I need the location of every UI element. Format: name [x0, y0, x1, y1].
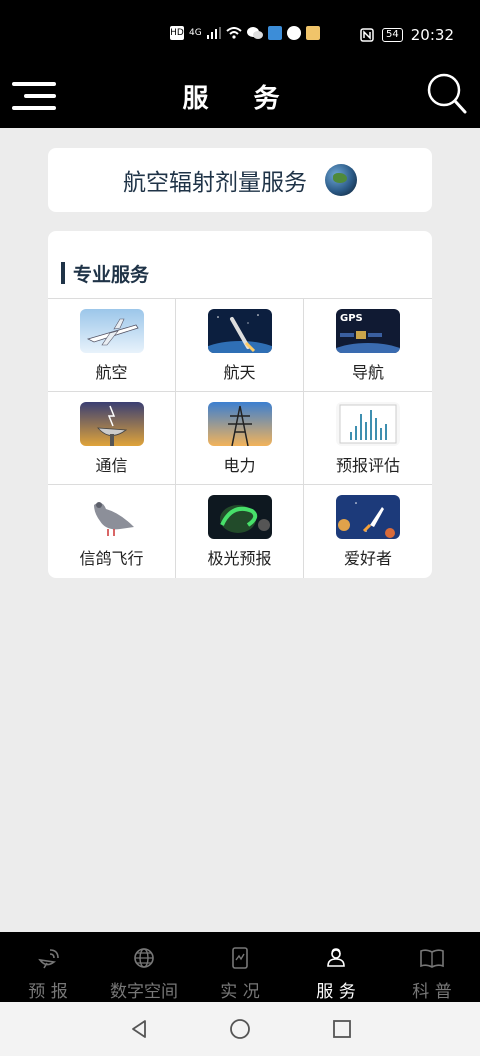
hd-icon: HD — [170, 26, 184, 40]
service-label: 极光预报 — [207, 549, 272, 568]
space-rocket-image — [336, 495, 400, 539]
pigeon-image — [80, 495, 144, 539]
service-pigeon-flight[interactable]: 信鸽飞行 — [48, 485, 176, 578]
section-title-label: 专业服务 — [73, 263, 150, 286]
recents-icon[interactable] — [331, 1018, 353, 1040]
phone-chart-icon — [232, 947, 248, 969]
section-title: 专业服务 — [61, 261, 150, 286]
banner-text: 航空辐射剂量服务 — [123, 170, 307, 196]
app-header: 服 务 — [0, 70, 480, 128]
service-communication[interactable]: 通信 — [48, 392, 176, 485]
satellite-dish-icon — [38, 949, 59, 969]
nav-digital-space[interactable]: 数字空间 — [96, 932, 192, 1002]
service-person-icon — [327, 948, 345, 967]
search-button[interactable] — [426, 72, 468, 116]
status-icons: HD 4G — [170, 26, 320, 40]
satellite-dish-image — [80, 402, 144, 446]
globe-icon — [325, 164, 357, 196]
back-icon[interactable] — [128, 1018, 150, 1040]
service-aurora-forecast[interactable]: 极光预报 — [176, 485, 304, 578]
services-grid: 航空 航天 GPS 导航 通信 电力 预报评估 信鸽飞行 极光预报 爱好者 — [48, 298, 432, 578]
service-enthusiasts[interactable]: 爱好者 — [304, 485, 432, 578]
nav-label: 预 报 — [28, 982, 68, 1002]
nav-science[interactable]: 科 普 — [384, 932, 480, 1002]
service-label: 航空 — [95, 363, 128, 382]
status-right: 54 20:32 — [360, 26, 454, 44]
service-label: 航天 — [223, 363, 256, 382]
power-tower-image — [208, 402, 272, 446]
nav-label: 服 务 — [316, 982, 356, 1002]
signal-icon — [206, 27, 221, 39]
gps-satellite-image: GPS — [336, 309, 400, 353]
service-navigation[interactable]: GPS 导航 — [304, 299, 432, 392]
professional-services-card: 专业服务 航空 航天 GPS 导航 通信 电力 预报评估 信鸽飞行 极光预报 爱… — [48, 231, 432, 578]
section-title-bar — [61, 262, 65, 284]
aurora-image — [208, 495, 272, 539]
service-forecast-assessment[interactable]: 预报评估 — [304, 392, 432, 485]
rocket-launch-image — [208, 309, 272, 353]
nav-label: 科 普 — [412, 982, 452, 1002]
nfc-icon — [360, 28, 374, 42]
globe-icon — [134, 948, 154, 968]
service-label: 通信 — [95, 456, 128, 475]
svg-text:GPS: GPS — [340, 313, 363, 324]
service-aviation[interactable]: 航空 — [48, 299, 176, 392]
service-label: 信鸽飞行 — [79, 549, 144, 568]
nav-service[interactable]: 服 务 — [288, 932, 384, 1002]
airplane-image — [80, 309, 144, 353]
app-icon — [286, 26, 301, 40]
battery-indicator: 54 — [382, 28, 403, 42]
clock: 20:32 — [410, 26, 454, 44]
system-navigation-bar — [0, 1002, 480, 1056]
bar-chart-image — [336, 402, 400, 446]
service-label: 导航 — [351, 363, 384, 382]
nav-label: 实 况 — [220, 982, 260, 1002]
mail-icon — [267, 26, 282, 40]
nav-live[interactable]: 实 况 — [192, 932, 288, 1002]
wechat-icon — [246, 27, 263, 39]
radiation-dose-service-banner[interactable]: 航空辐射剂量服务 — [48, 148, 432, 212]
page-title: 服 务 — [182, 84, 298, 114]
service-label: 爱好者 — [343, 549, 392, 568]
status-bar: HD 4G 54 20:32 — [0, 0, 480, 70]
nav-forecast[interactable]: 预 报 — [0, 932, 96, 1002]
app2-icon — [305, 26, 320, 40]
search-icon — [427, 73, 467, 114]
book-icon — [420, 949, 444, 968]
network-4g-icon: 4G — [189, 28, 202, 38]
service-label: 预报评估 — [335, 456, 400, 475]
home-icon[interactable] — [229, 1018, 251, 1040]
service-label: 电力 — [223, 456, 256, 475]
service-power[interactable]: 电力 — [176, 392, 304, 485]
nav-label: 数字空间 — [110, 982, 178, 1002]
bottom-navigation: 预 报 数字空间 实 况 服 务 科 普 — [0, 932, 480, 1002]
service-spaceflight[interactable]: 航天 — [176, 299, 304, 392]
wifi-icon — [226, 27, 242, 39]
